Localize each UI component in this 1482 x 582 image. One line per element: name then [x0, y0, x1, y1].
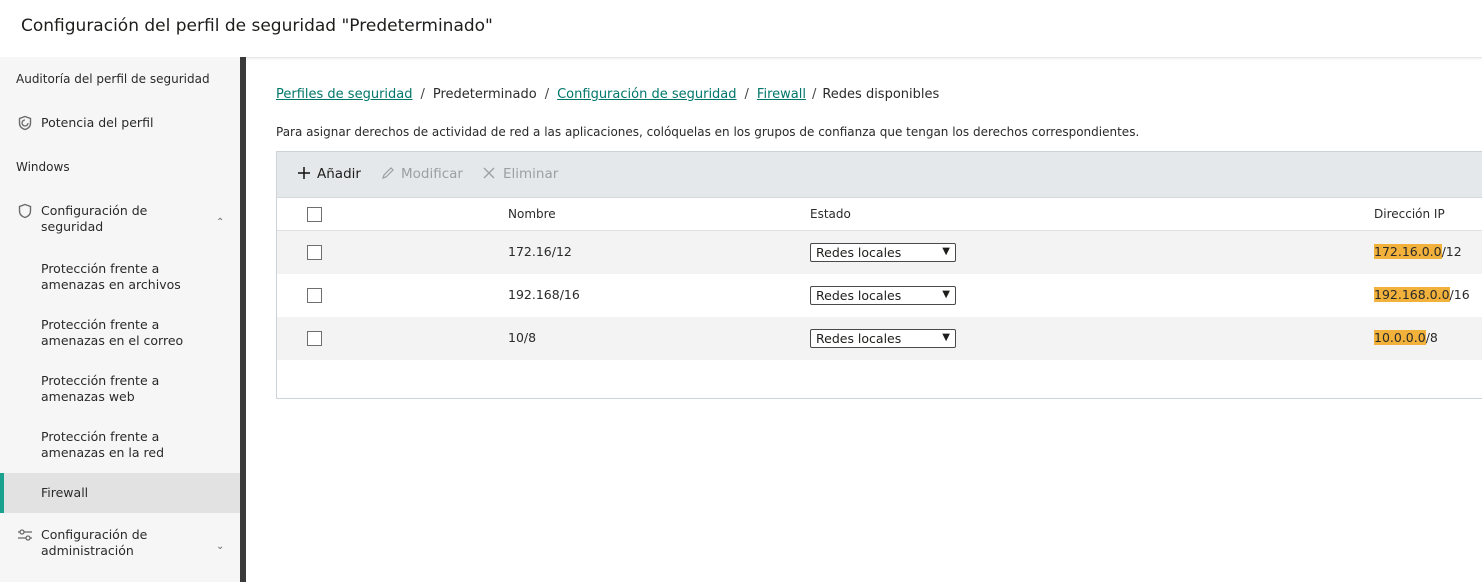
sidebar-item-label: Auditoría del perfil de seguridad	[16, 72, 210, 86]
close-icon	[483, 166, 499, 182]
ip-suffix: /12	[1441, 244, 1462, 259]
breadcrumb-separator: /	[811, 87, 817, 102]
table-header: Nombre Estado Dirección IP	[277, 198, 1482, 231]
select-all-checkbox[interactable]	[307, 207, 322, 222]
breadcrumb-separator: /	[744, 87, 749, 102]
column-header-state[interactable]: Estado	[810, 207, 851, 221]
cell-name: 192.168/16	[508, 287, 580, 302]
shield-check-icon	[18, 115, 32, 131]
state-select-value: Redes locales	[816, 288, 902, 303]
row-checkbox[interactable]	[307, 245, 322, 260]
state-select[interactable]: Redes locales ▼	[810, 243, 956, 262]
sliders-icon	[18, 529, 32, 541]
breadcrumb: Perfiles de seguridad / Predeterminado / Con…	[276, 87, 939, 102]
main-content: Perfiles de seguridad / Predeterminado / Con…	[246, 57, 1482, 582]
delete-button[interactable]: Eliminar	[483, 166, 558, 182]
table-row[interactable]: 172.16/12 Redes locales ▼ 172.16.0.0/12	[277, 231, 1482, 274]
cell-name: 10/8	[508, 330, 537, 345]
sidebar-item-label: amenazas en el correo	[41, 333, 184, 348]
table-row[interactable]: 10/8 Redes locales ▼ 10.0.0.0/8	[277, 317, 1482, 360]
breadcrumb-link-firewall[interactable]: Firewall	[757, 87, 806, 102]
sidebar-item-label: Potencia del perfil	[41, 115, 154, 130]
cell-name: 172.16/12	[508, 244, 572, 259]
page-description: Para asignar derechos de actividad de re…	[276, 125, 1140, 139]
title-bar: Configuración del perfil de seguridad "P…	[0, 0, 1482, 58]
sidebar-item-label: Configuración de	[41, 527, 148, 542]
sidebar-item-mail-threat-protection[interactable]: Protección frente a amenazas en el corre…	[0, 317, 240, 349]
shield-icon	[18, 203, 32, 219]
sidebar-item-label: Protección frente a	[41, 429, 160, 444]
cell-ip: 10.0.0.0/8	[1374, 330, 1438, 345]
row-checkbox[interactable]	[307, 331, 322, 346]
cell-ip: 192.168.0.0/16	[1374, 287, 1470, 302]
sidebar-nav: Auditoría del perfil de seguridad Potenc…	[0, 57, 240, 582]
row-checkbox[interactable]	[307, 288, 322, 303]
breadcrumb-link-security-profiles[interactable]: Perfiles de seguridad	[276, 87, 413, 102]
sidebar-item-label: amenazas en archivos	[41, 277, 181, 292]
ip-highlight: 192.168.0.0	[1374, 287, 1450, 302]
sidebar-item-firewall[interactable]: Firewall	[0, 473, 240, 513]
plus-icon	[297, 166, 313, 182]
breadcrumb-separator: /	[420, 87, 425, 102]
sidebar-item-security-settings[interactable]: Configuración de seguridad ⌃	[0, 203, 240, 235]
add-button-label: Añadir	[317, 166, 361, 182]
sidebar-item-label: administración	[41, 543, 134, 558]
modify-button-label: Modificar	[401, 166, 463, 182]
sidebar-item-label: amenazas en la red	[41, 445, 164, 460]
ip-highlight: 172.16.0.0	[1374, 244, 1442, 259]
section-label: Windows	[16, 160, 70, 174]
breadcrumb-item-default: Predeterminado	[432, 87, 537, 102]
state-select-value: Redes locales	[816, 331, 902, 346]
table-toolbar: Añadir Modificar Eliminar	[277, 152, 1482, 198]
sidebar-item-network-threat-protection[interactable]: Protección frente a amenazas en la red	[0, 429, 240, 461]
state-select-value: Redes locales	[816, 245, 902, 260]
active-indicator	[0, 473, 4, 513]
cell-ip: 172.16.0.0/12	[1374, 244, 1462, 259]
chevron-down-icon: ▼	[942, 332, 950, 343]
sidebar-item-label: Configuración de	[41, 203, 148, 218]
sidebar-item-file-threat-protection[interactable]: Protección frente a amenazas en archivos	[0, 261, 240, 293]
state-select[interactable]: Redes locales ▼	[810, 329, 956, 348]
ip-suffix: /16	[1449, 287, 1470, 302]
chevron-down-icon: ▼	[942, 246, 950, 257]
chevron-up-icon: ⌃	[216, 217, 225, 228]
ip-suffix: /8	[1425, 330, 1438, 345]
ip-highlight: 10.0.0.0	[1374, 330, 1426, 345]
delete-button-label: Eliminar	[503, 166, 559, 182]
sidebar-item-web-threat-protection[interactable]: Protección frente a amenazas web	[0, 373, 240, 405]
sidebar-item-label: Protección frente a	[41, 373, 160, 388]
column-header-ip[interactable]: Dirección IP	[1374, 207, 1445, 221]
breadcrumb-current: Redes disponibles	[822, 87, 940, 102]
sidebar-item-label: Protección frente a	[41, 317, 160, 332]
column-header-name[interactable]: Nombre	[508, 207, 556, 221]
pencil-icon	[381, 166, 397, 182]
breadcrumb-link-security-config[interactable]: Configuración de seguridad	[557, 87, 736, 102]
sidebar-item-label: Firewall	[41, 485, 89, 500]
sidebar-item-admin-settings[interactable]: Configuración de administración ⌄	[0, 527, 240, 559]
sidebar-item-audit[interactable]: Auditoría del perfil de seguridad	[16, 71, 240, 87]
page-title: Configuración del perfil de seguridad "P…	[21, 16, 493, 36]
breadcrumb-separator: /	[544, 87, 550, 102]
sidebar-section-windows: Windows	[16, 159, 240, 175]
sidebar-item-label: amenazas web	[41, 389, 135, 404]
chevron-down-icon: ⌄	[216, 541, 225, 552]
state-select[interactable]: Redes locales ▼	[810, 286, 956, 305]
modify-button[interactable]: Modificar	[381, 166, 463, 182]
chevron-down-icon: ▼	[942, 289, 950, 300]
add-button[interactable]: Añadir	[297, 166, 361, 182]
networks-table-panel: Añadir Modificar Eliminar Nombre Estado …	[276, 151, 1482, 399]
sidebar-item-label: seguridad	[41, 219, 104, 234]
table-row[interactable]: 192.168/16 Redes locales ▼ 192.168.0.0/1…	[277, 274, 1482, 317]
sidebar-item-label: Protección frente a	[41, 261, 160, 276]
sidebar-item-profile-strength[interactable]: Potencia del perfil	[0, 115, 240, 131]
